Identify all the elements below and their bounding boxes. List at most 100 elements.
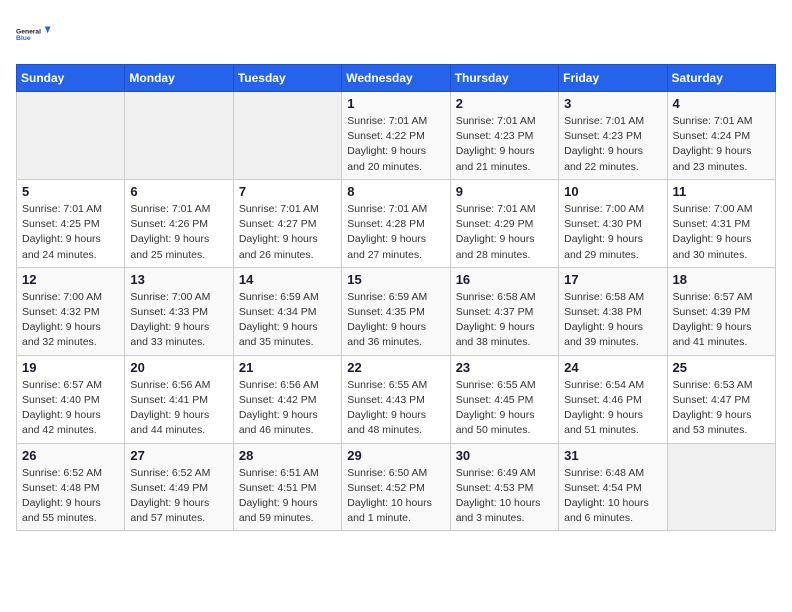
day-info: Sunrise: 6:50 AM Sunset: 4:52 PM Dayligh… [347, 466, 444, 527]
calendar-cell: 8 Sunrise: 7:01 AM Sunset: 4:28 PM Daylig… [342, 179, 450, 267]
day-info: Sunrise: 7:01 AM Sunset: 4:26 PM Dayligh… [130, 202, 227, 263]
day-number: 28 [239, 448, 336, 463]
day-number: 7 [239, 184, 336, 199]
day-info: Sunrise: 6:57 AM Sunset: 4:40 PM Dayligh… [22, 378, 119, 439]
calendar-cell: 5 Sunrise: 7:01 AM Sunset: 4:25 PM Daylig… [17, 179, 125, 267]
day-info: Sunrise: 7:01 AM Sunset: 4:29 PM Dayligh… [456, 202, 553, 263]
weekday-header-friday: Friday [559, 65, 667, 92]
svg-text:General: General [16, 28, 41, 35]
calendar-cell: 19 Sunrise: 6:57 AM Sunset: 4:40 PM Dayli… [17, 355, 125, 443]
day-info: Sunrise: 7:01 AM Sunset: 4:27 PM Dayligh… [239, 202, 336, 263]
day-info: Sunrise: 7:00 AM Sunset: 4:31 PM Dayligh… [673, 202, 770, 263]
day-info: Sunrise: 7:00 AM Sunset: 4:32 PM Dayligh… [22, 290, 119, 351]
calendar-week-row: 26Sunrise: 6:52 AM Sunset: 4:48 PM Dayli… [17, 443, 776, 531]
calendar-cell: 7 Sunrise: 7:01 AM Sunset: 4:27 PM Daylig… [233, 179, 341, 267]
calendar-cell: 16 Sunrise: 6:58 AM Sunset: 4:37 PM Dayli… [450, 267, 558, 355]
calendar-cell: 20 Sunrise: 6:56 AM Sunset: 4:41 PM Dayli… [125, 355, 233, 443]
day-info: Sunrise: 7:01 AM Sunset: 4:24 PM Dayligh… [673, 114, 770, 175]
calendar-cell: 14Sunrise: 6:59 AM Sunset: 4:34 PM Dayli… [233, 267, 341, 355]
calendar-cell: 15 Sunrise: 6:59 AM Sunset: 4:35 PM Dayli… [342, 267, 450, 355]
calendar-cell: 27 Sunrise: 6:52 AM Sunset: 4:49 PM Dayli… [125, 443, 233, 531]
day-number: 19 [22, 360, 119, 375]
page-header: GeneralBlue [16, 16, 776, 52]
day-number: 21 [239, 360, 336, 375]
day-info: Sunrise: 6:56 AM Sunset: 4:42 PM Dayligh… [239, 378, 336, 439]
day-number: 17 [564, 272, 661, 287]
day-number: 23 [456, 360, 553, 375]
calendar-cell: 25Sunrise: 6:53 AM Sunset: 4:47 PM Dayli… [667, 355, 775, 443]
day-info: Sunrise: 7:01 AM Sunset: 4:22 PM Dayligh… [347, 114, 444, 175]
weekday-header-monday: Monday [125, 65, 233, 92]
day-number: 30 [456, 448, 553, 463]
day-info: Sunrise: 6:53 AM Sunset: 4:47 PM Dayligh… [673, 378, 770, 439]
day-number: 10 [564, 184, 661, 199]
day-info: Sunrise: 7:00 AM Sunset: 4:30 PM Dayligh… [564, 202, 661, 263]
day-number: 13 [130, 272, 227, 287]
calendar-cell: 13 Sunrise: 7:00 AM Sunset: 4:33 PM Dayli… [125, 267, 233, 355]
day-number: 27 [130, 448, 227, 463]
day-info: Sunrise: 6:55 AM Sunset: 4:45 PM Dayligh… [456, 378, 553, 439]
day-info: Sunrise: 6:58 AM Sunset: 4:37 PM Dayligh… [456, 290, 553, 351]
day-number: 20 [130, 360, 227, 375]
calendar-cell: 21 Sunrise: 6:56 AM Sunset: 4:42 PM Dayli… [233, 355, 341, 443]
calendar-body: 1 Sunrise: 7:01 AM Sunset: 4:22 PM Daylig… [17, 92, 776, 531]
day-info: Sunrise: 6:59 AM Sunset: 4:35 PM Dayligh… [347, 290, 444, 351]
calendar-cell [667, 443, 775, 531]
calendar-cell: 17Sunrise: 6:58 AM Sunset: 4:38 PM Dayli… [559, 267, 667, 355]
weekday-header-tuesday: Tuesday [233, 65, 341, 92]
day-number: 8 [347, 184, 444, 199]
calendar-cell: 11Sunrise: 7:00 AM Sunset: 4:31 PM Dayli… [667, 179, 775, 267]
weekday-header-sunday: Sunday [17, 65, 125, 92]
calendar-week-row: 19 Sunrise: 6:57 AM Sunset: 4:40 PM Dayli… [17, 355, 776, 443]
day-number: 24 [564, 360, 661, 375]
day-number: 29 [347, 448, 444, 463]
day-number: 22 [347, 360, 444, 375]
weekday-header-thursday: Thursday [450, 65, 558, 92]
logo-icon: GeneralBlue [16, 16, 52, 52]
day-info: Sunrise: 6:59 AM Sunset: 4:34 PM Dayligh… [239, 290, 336, 351]
calendar-cell: 3 Sunrise: 7:01 AM Sunset: 4:23 PM Daylig… [559, 92, 667, 180]
day-info: Sunrise: 6:49 AM Sunset: 4:53 PM Dayligh… [456, 466, 553, 527]
weekday-header-row: SundayMondayTuesdayWednesdayThursdayFrid… [17, 65, 776, 92]
logo: GeneralBlue [16, 16, 52, 52]
calendar-cell [125, 92, 233, 180]
calendar-cell: 23 Sunrise: 6:55 AM Sunset: 4:45 PM Dayli… [450, 355, 558, 443]
calendar-cell: 9 Sunrise: 7:01 AM Sunset: 4:29 PM Daylig… [450, 179, 558, 267]
day-number: 31 [564, 448, 661, 463]
day-info: Sunrise: 6:48 AM Sunset: 4:54 PM Dayligh… [564, 466, 661, 527]
calendar-header: SundayMondayTuesdayWednesdayThursdayFrid… [17, 65, 776, 92]
day-number: 16 [456, 272, 553, 287]
calendar-cell: 10 Sunrise: 7:00 AM Sunset: 4:30 PM Dayli… [559, 179, 667, 267]
day-number: 26 [22, 448, 119, 463]
day-info: Sunrise: 6:56 AM Sunset: 4:41 PM Dayligh… [130, 378, 227, 439]
day-number: 12 [22, 272, 119, 287]
calendar-cell: 31 Sunrise: 6:48 AM Sunset: 4:54 PM Dayli… [559, 443, 667, 531]
day-info: Sunrise: 7:01 AM Sunset: 4:25 PM Dayligh… [22, 202, 119, 263]
day-number: 1 [347, 96, 444, 111]
day-number: 5 [22, 184, 119, 199]
day-info: Sunrise: 7:01 AM Sunset: 4:28 PM Dayligh… [347, 202, 444, 263]
svg-text:Blue: Blue [16, 35, 31, 42]
day-number: 4 [673, 96, 770, 111]
day-number: 2 [456, 96, 553, 111]
day-info: Sunrise: 7:01 AM Sunset: 4:23 PM Dayligh… [456, 114, 553, 175]
calendar-cell [233, 92, 341, 180]
calendar-cell [17, 92, 125, 180]
calendar-cell: 22 Sunrise: 6:55 AM Sunset: 4:43 PM Dayli… [342, 355, 450, 443]
calendar-cell: 29 Sunrise: 6:50 AM Sunset: 4:52 PM Dayli… [342, 443, 450, 531]
calendar-cell: 6 Sunrise: 7:01 AM Sunset: 4:26 PM Daylig… [125, 179, 233, 267]
day-info: Sunrise: 6:52 AM Sunset: 4:49 PM Dayligh… [130, 466, 227, 527]
day-info: Sunrise: 7:00 AM Sunset: 4:33 PM Dayligh… [130, 290, 227, 351]
day-number: 9 [456, 184, 553, 199]
day-number: 15 [347, 272, 444, 287]
calendar-cell: 2 Sunrise: 7:01 AM Sunset: 4:23 PM Daylig… [450, 92, 558, 180]
day-info: Sunrise: 7:01 AM Sunset: 4:23 PM Dayligh… [564, 114, 661, 175]
day-number: 3 [564, 96, 661, 111]
calendar-cell: 4 Sunrise: 7:01 AM Sunset: 4:24 PM Daylig… [667, 92, 775, 180]
calendar-week-row: 1 Sunrise: 7:01 AM Sunset: 4:22 PM Daylig… [17, 92, 776, 180]
day-info: Sunrise: 6:55 AM Sunset: 4:43 PM Dayligh… [347, 378, 444, 439]
calendar-cell: 12 Sunrise: 7:00 AM Sunset: 4:32 PM Dayli… [17, 267, 125, 355]
calendar-cell: 18Sunrise: 6:57 AM Sunset: 4:39 PM Dayli… [667, 267, 775, 355]
calendar-week-row: 12 Sunrise: 7:00 AM Sunset: 4:32 PM Dayli… [17, 267, 776, 355]
day-number: 6 [130, 184, 227, 199]
